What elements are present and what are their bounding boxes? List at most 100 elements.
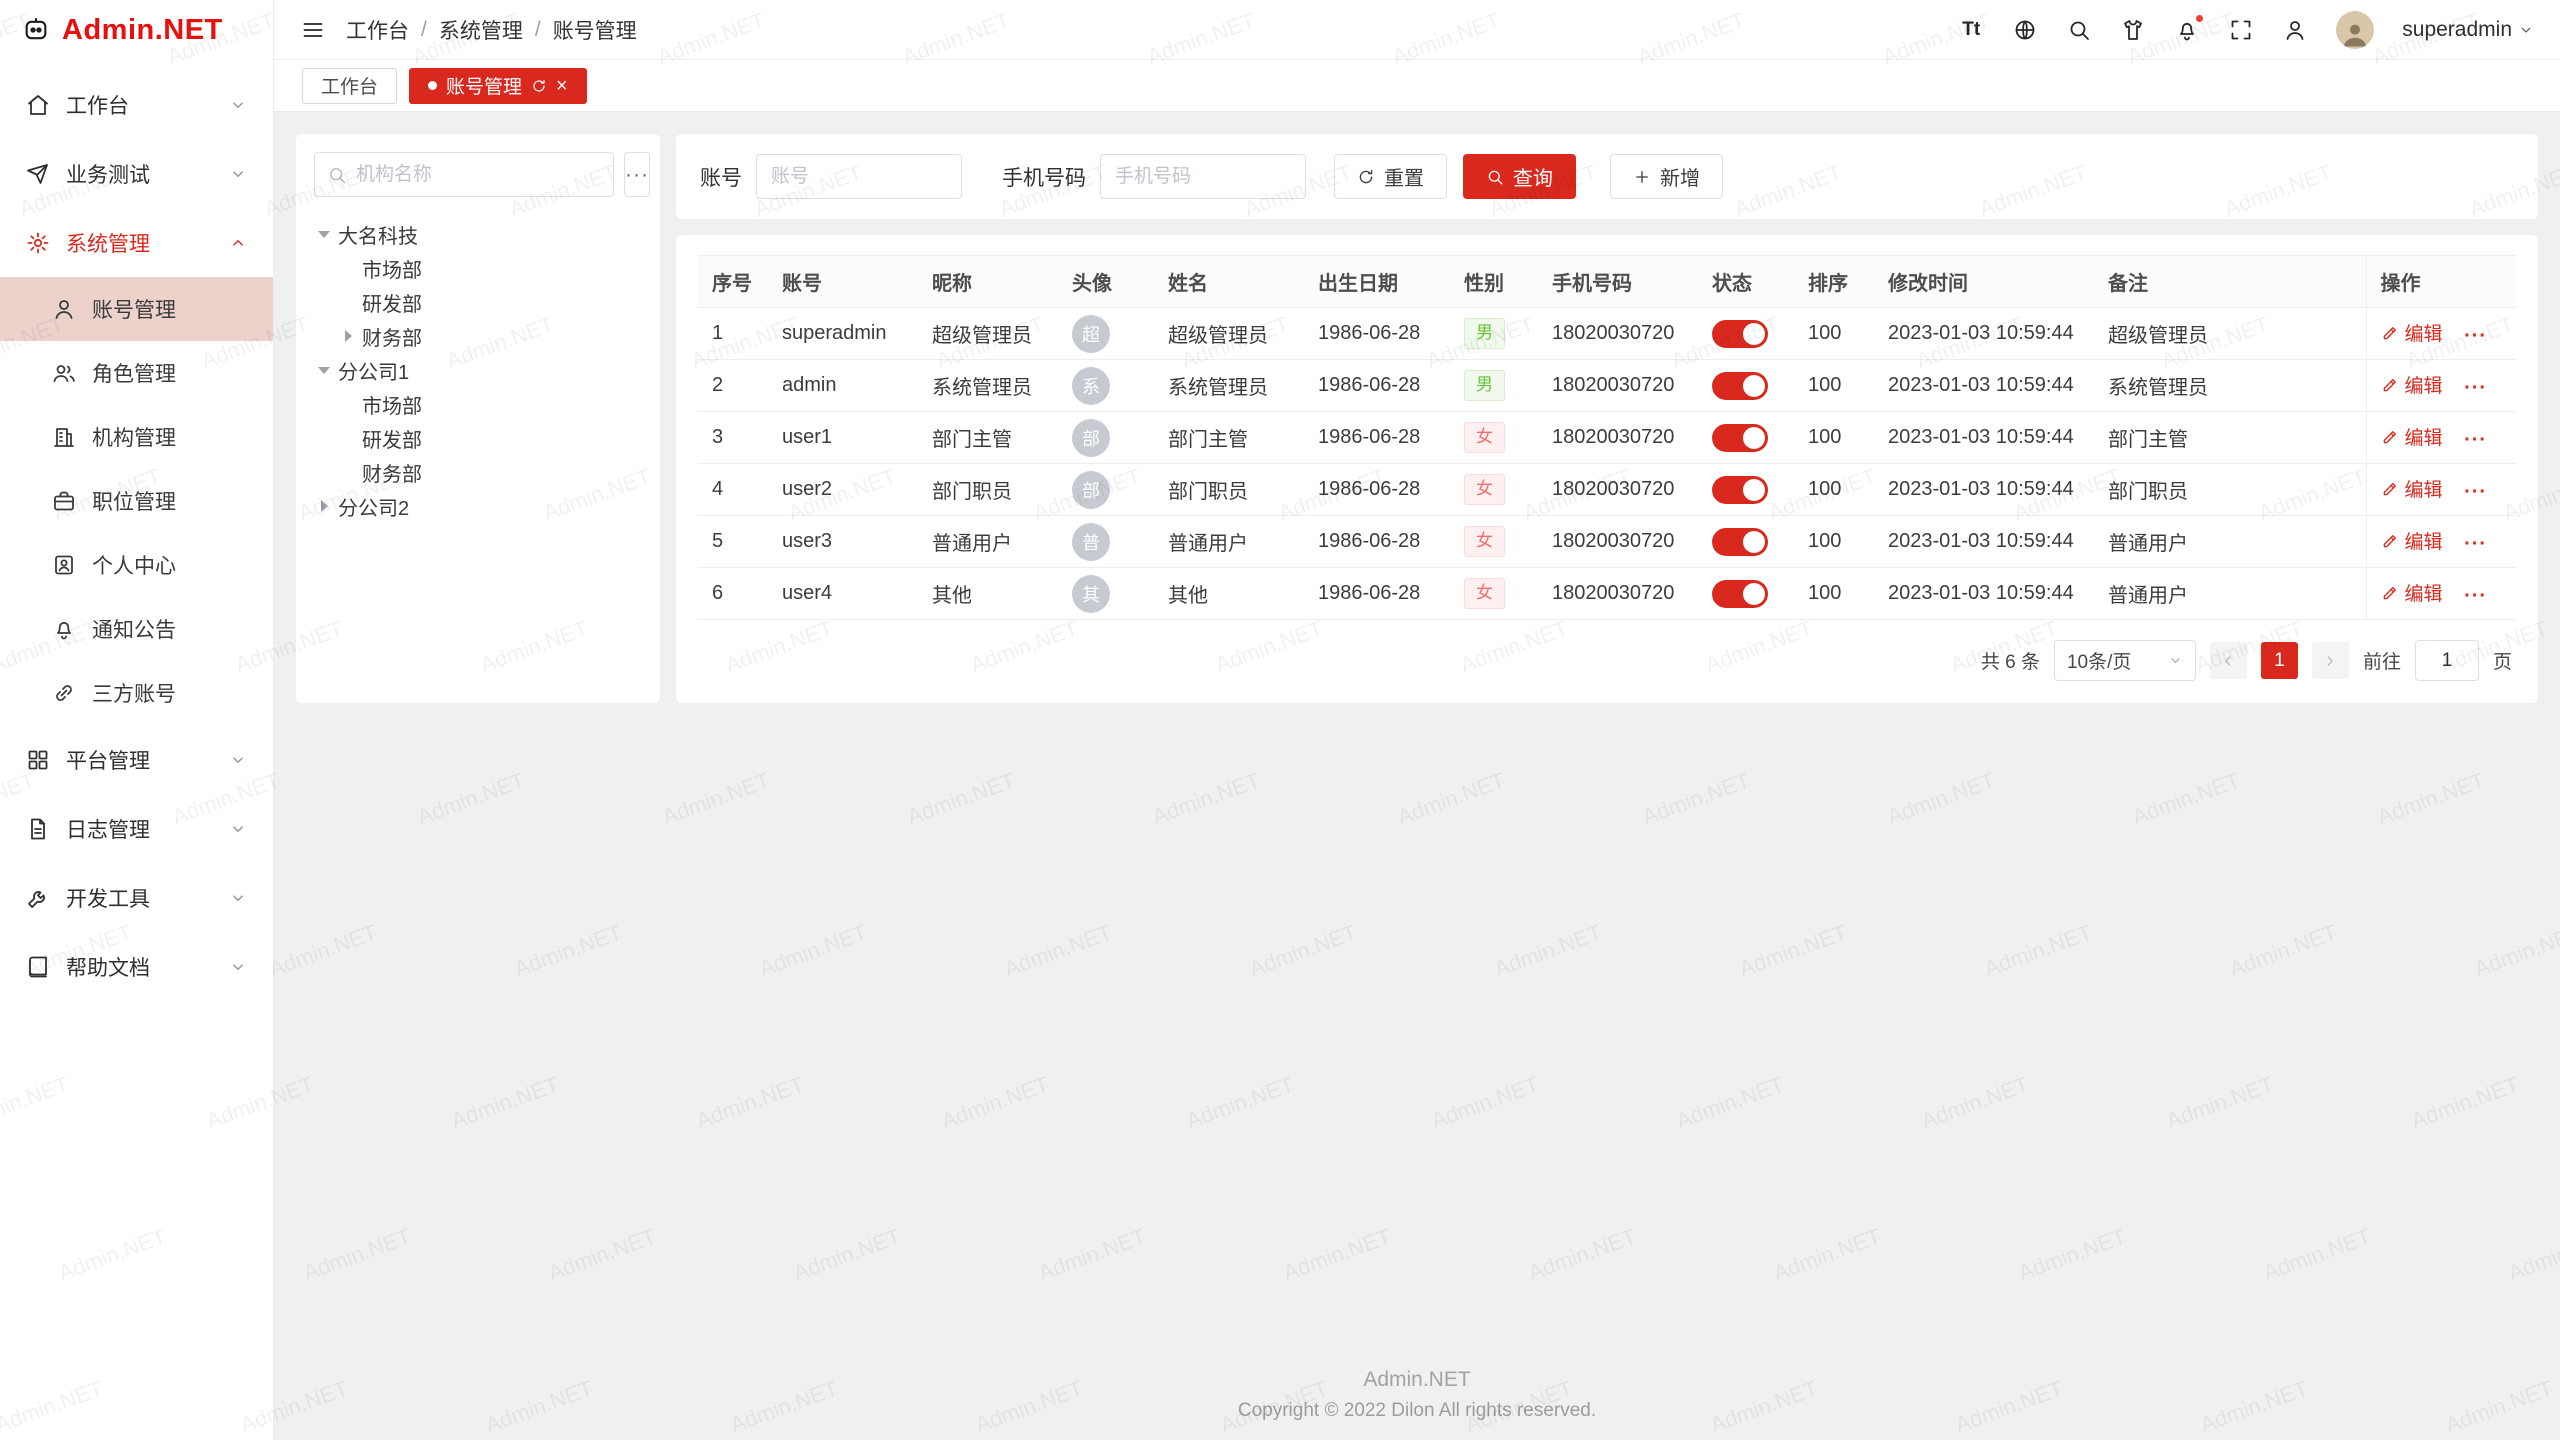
status-toggle[interactable] [1712, 476, 1768, 504]
tree-node-company[interactable]: 分公司1 [314, 353, 642, 387]
add-button[interactable]: 新增 [1610, 154, 1723, 199]
edit-button[interactable]: 编辑 [2381, 319, 2443, 346]
sidebar-item-notice[interactable]: 通知公告 [0, 597, 273, 661]
row-more-button[interactable]: ··· [2464, 533, 2487, 555]
page-number[interactable]: 1 [2261, 642, 2298, 679]
close-icon[interactable]: × [556, 76, 568, 96]
table-row: 5 user3 普通用户 普 普通用户 1986-06-28 女 1802003… [698, 516, 2516, 568]
sidebar-item-position-management[interactable]: 职位管理 [0, 469, 273, 533]
caret-right-icon[interactable] [314, 496, 334, 516]
org-search-input[interactable] [356, 164, 601, 186]
status-toggle[interactable] [1712, 528, 1768, 556]
cell-actions: 编辑 ··· [2366, 360, 2516, 412]
breadcrumb: 工作台 / 系统管理 / 账号管理 [346, 15, 637, 45]
sidebar-item-org-management[interactable]: 机构管理 [0, 405, 273, 469]
reset-button[interactable]: 重置 [1334, 154, 1447, 199]
add-label: 新增 [1660, 162, 1700, 191]
sidebar-item-workbench[interactable]: 工作台 [0, 70, 273, 139]
cell-account: admin [768, 360, 918, 412]
cell-index: 2 [698, 360, 768, 412]
sidebar-item-label: 开发工具 [66, 883, 150, 913]
row-more-button[interactable]: ··· [2464, 429, 2487, 451]
tree-node-company[interactable]: 分公司2 [314, 489, 642, 523]
cell-birthday: 1986-06-28 [1304, 464, 1450, 516]
row-more-button[interactable]: ··· [2464, 481, 2487, 503]
avatar[interactable] [2336, 11, 2374, 49]
tab-account-management[interactable]: 账号管理 × [409, 68, 587, 104]
tree-node-dept[interactable]: 市场部 [314, 387, 642, 421]
caret-down-icon[interactable] [314, 224, 334, 244]
sidebar-item-role-management[interactable]: 角色管理 [0, 341, 273, 405]
link-icon [52, 681, 76, 705]
sidebar-item-business-test[interactable]: 业务测试 [0, 139, 273, 208]
sidebar-item-platform-management[interactable]: 平台管理 [0, 725, 273, 794]
row-more-button[interactable]: ··· [2464, 325, 2487, 347]
hamburger-menu-icon[interactable] [300, 17, 326, 43]
page-size-select[interactable]: 10条/页 [2054, 640, 2196, 681]
caret-right-icon[interactable] [338, 326, 358, 346]
table-row: 6 user4 其他 其 其他 1986-06-28 女 18020030720 [698, 568, 2516, 620]
row-more-button[interactable]: ··· [2464, 377, 2487, 399]
edit-button[interactable]: 编辑 [2381, 475, 2443, 502]
row-more-button[interactable]: ··· [2464, 585, 2487, 607]
tree-node-dept[interactable]: 市场部 [314, 251, 642, 285]
topbar: 工作台 / 系统管理 / 账号管理 Tt [274, 0, 2560, 60]
sidebar-item-personal-center[interactable]: 个人中心 [0, 533, 273, 597]
caret-down-icon[interactable] [314, 360, 334, 380]
status-toggle[interactable] [1712, 580, 1768, 608]
org-panel: ··· 大名科技 市场部 研发部 财务部 分公司1 市场部 研发部 财务部 分公… [296, 134, 660, 703]
edit-button[interactable]: 编辑 [2381, 371, 2443, 398]
fullscreen-icon[interactable] [2228, 17, 2254, 43]
sidebar-item-dev-tools[interactable]: 开发工具 [0, 863, 273, 932]
tab-workbench[interactable]: 工作台 [302, 68, 397, 104]
theme-icon[interactable] [2120, 17, 2146, 43]
cell-gender: 女 [1450, 464, 1538, 516]
main-area: 工作台 / 系统管理 / 账号管理 Tt [274, 0, 2560, 1440]
org-search-row: ··· [314, 152, 642, 197]
status-toggle[interactable] [1712, 372, 1768, 400]
user-icon[interactable] [2282, 17, 2308, 43]
account-input[interactable] [756, 154, 962, 199]
table-row: 3 user1 部门主管 部 部门主管 1986-06-28 女 1802003… [698, 412, 2516, 464]
chevron-down-icon [229, 958, 247, 976]
content: ··· 大名科技 市场部 研发部 财务部 分公司1 市场部 研发部 财务部 分公… [274, 112, 2560, 1440]
tree-node-dept[interactable]: 研发部 [314, 285, 642, 319]
query-bar: 账号 手机号码 重置 查询 [676, 134, 2538, 219]
search-button[interactable]: 查询 [1463, 154, 1576, 199]
notification-bell-icon[interactable] [2174, 17, 2200, 43]
phone-label: 手机号码 [1002, 162, 1086, 192]
breadcrumb-item[interactable]: 系统管理 [439, 15, 523, 45]
user-menu[interactable]: superadmin [2402, 18, 2534, 42]
cell-status [1698, 516, 1794, 568]
tree-node-company[interactable]: 大名科技 [314, 217, 642, 251]
edit-button[interactable]: 编辑 [2381, 527, 2443, 554]
tree-node-label: 分公司1 [338, 356, 409, 385]
tree-node-dept[interactable]: 财务部 [314, 455, 642, 489]
refresh-icon[interactable] [531, 78, 547, 94]
cell-order: 100 [1794, 516, 1874, 568]
sidebar-item-help-docs[interactable]: 帮助文档 [0, 932, 273, 1001]
font-size-icon[interactable]: Tt [1958, 17, 1984, 43]
sidebar-item-log-management[interactable]: 日志管理 [0, 794, 273, 863]
org-more-button[interactable]: ··· [624, 152, 650, 197]
tree-node-dept[interactable]: 研发部 [314, 421, 642, 455]
cell-actions: 编辑 ··· [2366, 568, 2516, 620]
tree-node-dept[interactable]: 财务部 [314, 319, 642, 353]
sidebar-item-system-management[interactable]: 系统管理 [0, 208, 273, 277]
globe-icon[interactable] [2012, 17, 2038, 43]
goto-page-input[interactable] [2415, 640, 2479, 681]
next-page-button[interactable] [2312, 642, 2349, 679]
prev-page-button[interactable] [2210, 642, 2247, 679]
search-icon[interactable] [2066, 17, 2092, 43]
cell-phone: 18020030720 [1538, 516, 1698, 568]
status-toggle[interactable] [1712, 424, 1768, 452]
phone-input[interactable] [1100, 154, 1306, 199]
breadcrumb-item[interactable]: 工作台 [346, 15, 409, 45]
plus-icon [1633, 168, 1651, 186]
sidebar-item-account-management[interactable]: 账号管理 [0, 277, 273, 341]
edit-button[interactable]: 编辑 [2381, 579, 2443, 606]
edit-button[interactable]: 编辑 [2381, 423, 2443, 450]
sidebar-item-third-party-account[interactable]: 三方账号 [0, 661, 273, 725]
cell-birthday: 1986-06-28 [1304, 360, 1450, 412]
status-toggle[interactable] [1712, 320, 1768, 348]
